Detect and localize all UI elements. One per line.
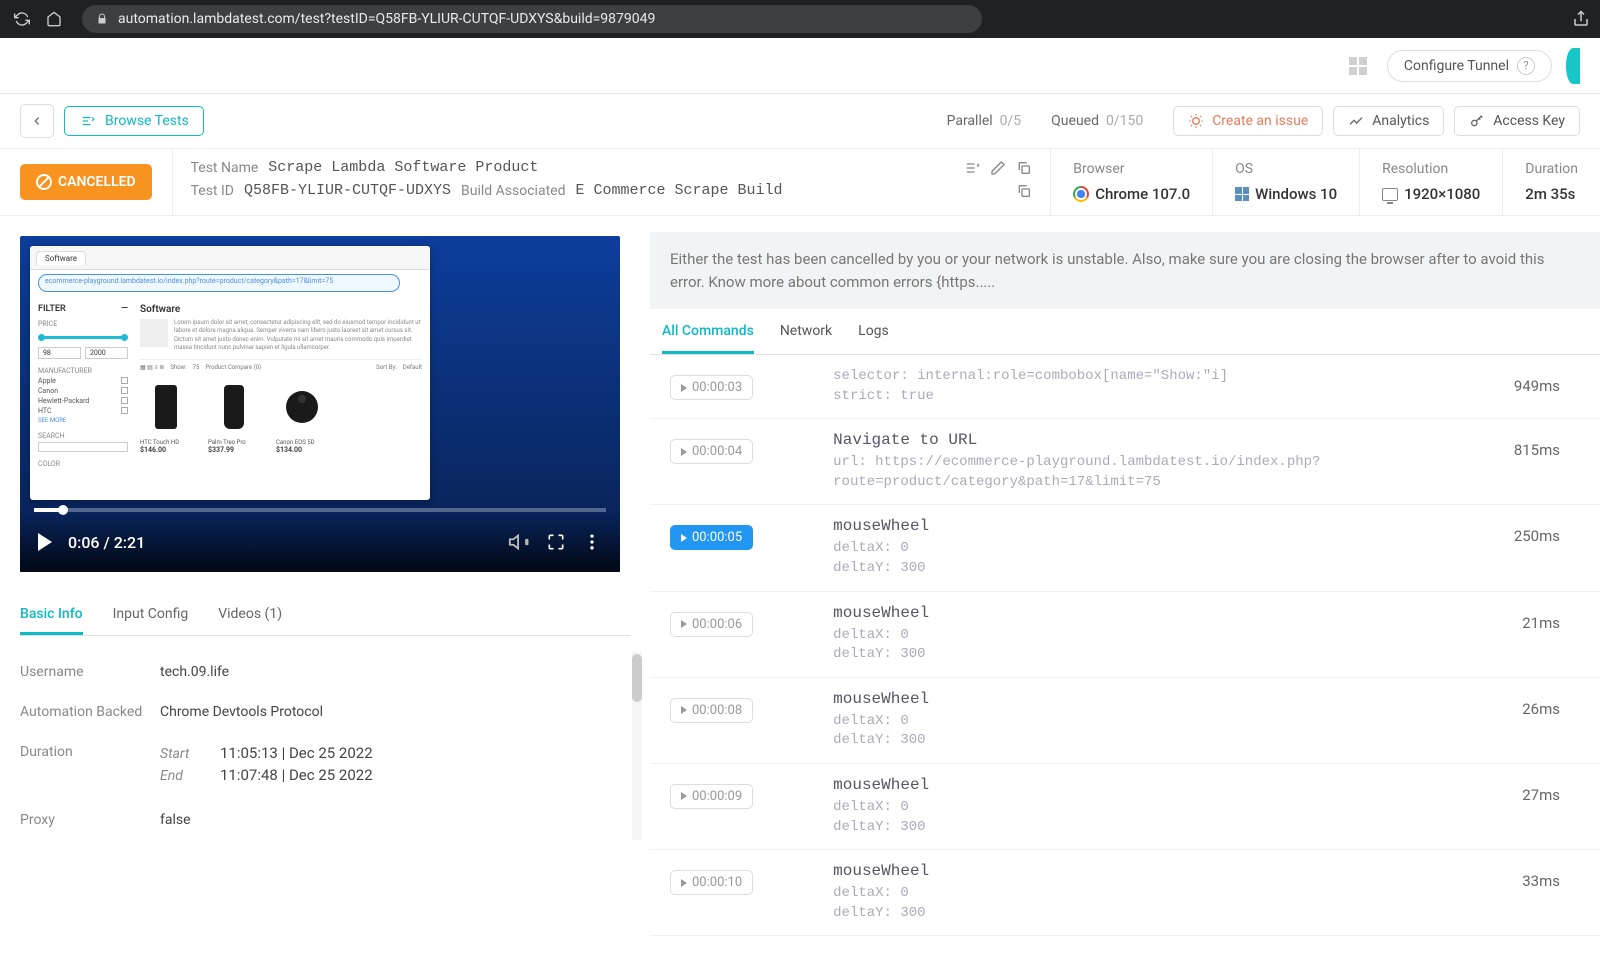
command-row[interactable]: 00:00:09 mouseWheel deltaX: 0 deltaY: 300 2… <box>650 764 1600 850</box>
url-text: automation.lambdatest.com/test?testID=Q5… <box>118 11 655 27</box>
lower-tabs: Basic Info Input Config Videos (1) <box>20 596 630 636</box>
command-duration: 26ms <box>1522 690 1560 718</box>
scrollbar[interactable] <box>632 652 642 840</box>
tab-input-config[interactable]: Input Config <box>113 596 189 635</box>
command-details: deltaX: 0 deltaY: 300 <box>833 884 929 923</box>
help-icon: ? <box>1517 57 1535 75</box>
command-details: url: https://ecommerce-playground.lambda… <box>833 453 1514 492</box>
command-duration: 949ms <box>1514 367 1560 395</box>
video-time: 0:06 / 2:21 <box>68 533 145 552</box>
basic-info-panel: Usernametech.09.life Automation BackedCh… <box>20 652 630 840</box>
command-row[interactable]: 00:00:05 mouseWheel deltaX: 0 deltaY: 300 2… <box>650 505 1600 591</box>
env-duration: Duration 2m 35s <box>1503 149 1600 215</box>
cancel-icon <box>36 174 52 190</box>
command-details: deltaX: 0 deltaY: 300 <box>833 798 929 837</box>
command-details: selector: internal:role=combobox[name="S… <box>833 367 1228 406</box>
test-name: Scrape Lambda Software Product <box>268 159 538 176</box>
command-details: deltaX: 0 deltaY: 300 <box>833 539 929 578</box>
env-browser: Browser Chrome 107.0 <box>1051 149 1213 215</box>
monitor-icon <box>1382 188 1398 201</box>
timestamp-pill[interactable]: 00:00:05 <box>670 525 753 550</box>
configure-tunnel-label: Configure Tunnel <box>1404 58 1509 74</box>
timestamp-pill[interactable]: 00:00:08 <box>670 698 753 723</box>
command-list: 00:00:03 selector: internal:role=combobox… <box>650 355 1600 936</box>
command-row[interactable]: 00:00:03 selector: internal:role=combobox… <box>650 355 1600 419</box>
avatar[interactable] <box>1566 48 1580 84</box>
mute-icon[interactable] <box>508 531 530 553</box>
fullscreen-icon[interactable] <box>546 532 566 552</box>
apps-icon[interactable] <box>1349 57 1367 75</box>
command-row[interactable]: 00:00:06 mouseWheel deltaX: 0 deltaY: 300 2… <box>650 592 1600 678</box>
command-duration: 815ms <box>1514 431 1560 459</box>
timestamp-pill[interactable]: 00:00:04 <box>670 439 753 464</box>
tab-basic-info[interactable]: Basic Info <box>20 596 83 635</box>
timestamp-pill[interactable]: 00:00:06 <box>670 612 753 637</box>
share-icon[interactable] <box>1572 10 1590 28</box>
reload-icon[interactable] <box>10 7 34 31</box>
video-player[interactable]: Software ecommerce-playground.lambdatest… <box>20 236 620 572</box>
tab-videos[interactable]: Videos (1) <box>218 596 282 635</box>
tab-network[interactable]: Network <box>780 323 832 354</box>
command-details: deltaX: 0 deltaY: 300 <box>833 626 929 665</box>
more-icon[interactable] <box>582 532 602 552</box>
command-duration: 250ms <box>1514 517 1560 545</box>
tab-all-commands[interactable]: All Commands <box>662 323 754 354</box>
command-row[interactable]: 00:00:04 Navigate to URL url: https://ecom… <box>650 419 1600 505</box>
play-button[interactable] <box>38 533 52 551</box>
windows-icon <box>1235 187 1249 201</box>
env-os: OS Windows 10 <box>1213 149 1360 215</box>
analytics-button[interactable]: Analytics <box>1333 106 1444 136</box>
configure-tunnel-button[interactable]: Configure Tunnel ? <box>1387 50 1552 82</box>
build-name: E Commerce Scrape Build <box>575 182 782 199</box>
command-title: mouseWheel <box>833 862 929 880</box>
chrome-icon <box>1073 186 1089 202</box>
command-title: mouseWheel <box>833 604 929 622</box>
command-title: Navigate to URL <box>833 431 1514 449</box>
access-key-button[interactable]: Access Key <box>1454 106 1580 136</box>
create-issue-button[interactable]: Create an issue <box>1173 106 1323 136</box>
timestamp-pill[interactable]: 00:00:09 <box>670 784 753 809</box>
parallel-counter: Parallel 0/5 <box>947 113 1022 129</box>
command-duration: 33ms <box>1522 862 1560 890</box>
command-row[interactable]: 00:00:08 mouseWheel deltaX: 0 deltaY: 300 2… <box>650 678 1600 764</box>
command-title: mouseWheel <box>833 776 929 794</box>
back-button[interactable] <box>20 104 54 138</box>
address-bar[interactable]: automation.lambdatest.com/test?testID=Q5… <box>82 5 982 33</box>
browse-tests-label: Browse Tests <box>105 113 189 129</box>
env-resolution: Resolution 1920×1080 <box>1360 149 1503 215</box>
product-card: HTC Touch HD$146.00 <box>140 377 192 454</box>
list-icon[interactable] <box>964 160 980 176</box>
build-label: Build Associated <box>461 183 565 199</box>
test-id: Q58FB-YLIUR-CUTQF-UDXYS <box>244 182 451 199</box>
toolbar: Browse Tests Parallel 0/5 Queued 0/150 C… <box>0 94 1600 149</box>
browser-chrome: automation.lambdatest.com/test?testID=Q5… <box>0 0 1600 38</box>
product-card: Canon EOS 5D$134.00 <box>276 377 328 454</box>
copy-icon[interactable] <box>1016 183 1032 199</box>
lock-icon <box>96 12 108 26</box>
alert-banner: Either the test has been cancelled by yo… <box>650 232 1600 309</box>
command-duration: 21ms <box>1522 604 1560 632</box>
copy-icon[interactable] <box>1016 160 1032 176</box>
command-title: mouseWheel <box>833 517 929 535</box>
browse-tests-button[interactable]: Browse Tests <box>64 106 204 136</box>
timestamp-pill[interactable]: 00:00:03 <box>670 375 753 400</box>
test-id-label: Test ID <box>191 183 234 199</box>
tab-logs[interactable]: Logs <box>858 323 889 354</box>
queued-counter: Queued 0/150 <box>1051 113 1143 129</box>
site-header: Configure Tunnel ? <box>0 38 1600 94</box>
home-icon[interactable] <box>42 7 66 31</box>
timestamp-pill[interactable]: 00:00:10 <box>670 870 753 895</box>
command-duration: 27ms <box>1522 776 1560 804</box>
command-tabs: All Commands Network Logs <box>650 309 1600 355</box>
command-details: deltaX: 0 deltaY: 300 <box>833 712 929 751</box>
video-frame: Software ecommerce-playground.lambdatest… <box>30 246 430 500</box>
product-card: Palm Treo Pro$337.99 <box>208 377 260 454</box>
command-row[interactable]: 00:00:10 mouseWheel deltaX: 0 deltaY: 300 3… <box>650 850 1600 936</box>
test-name-label: Test Name <box>191 160 259 176</box>
edit-icon[interactable] <box>990 160 1006 176</box>
status-badge: CANCELLED <box>20 164 152 200</box>
meta-row: CANCELLED Test Name Scrape Lambda Softwa… <box>0 149 1600 216</box>
command-title: mouseWheel <box>833 690 929 708</box>
